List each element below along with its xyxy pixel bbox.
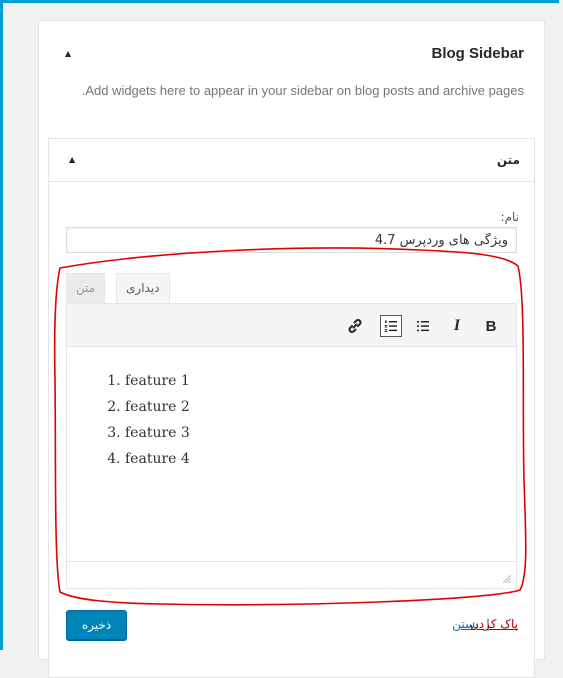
list-item: feature 1 [125,368,516,394]
list-item: feature 4 [125,446,516,472]
editor-status-bar [67,561,516,588]
tab-visual[interactable]: دیداری [116,273,170,303]
frame-right-gap [559,0,563,650]
panel-description: Add widgets here to appear in your sideb… [81,83,524,98]
bulleted-list-icon[interactable] [412,315,434,337]
delete-link[interactable]: پاک کردن [470,617,518,631]
editor-toolbar: I B [67,304,516,347]
italic-icon[interactable]: I [446,315,468,337]
name-input[interactable] [66,227,517,253]
list-item: feature 2 [125,394,516,420]
text-widget: ▲ متن نام: متن دیداری [48,138,535,678]
link-icon[interactable] [344,315,366,337]
rich-text-editor: I B feature 1 feature 2 feature 3 featur… [66,303,517,589]
bold-icon[interactable]: B [480,315,502,337]
frame-top-border [0,0,563,3]
editor-tabs: متن دیداری [66,273,266,303]
numbered-list-icon[interactable] [380,315,402,337]
resize-handle-icon[interactable] [502,574,512,584]
feature-list: feature 1 feature 2 feature 3 feature 4 [67,368,516,472]
editor-content[interactable]: feature 1 feature 2 feature 3 feature 4 [67,346,516,562]
list-item: feature 3 [125,420,516,446]
name-label: نام: [500,210,519,224]
widget-title: متن [496,153,520,167]
frame-left-border [0,0,3,650]
panel-collapse-arrow-icon[interactable]: ▲ [65,49,71,58]
save-button[interactable]: ذخیره [66,610,127,640]
widget-header[interactable]: ▲ متن [49,139,534,182]
panel-title[interactable]: Blog Sidebar [431,45,524,62]
blog-sidebar-panel: ▲ Blog Sidebar Add widgets here to appea… [38,20,545,678]
tab-text[interactable]: متن [66,273,106,303]
widget-collapse-arrow-icon[interactable]: ▲ [69,155,75,164]
